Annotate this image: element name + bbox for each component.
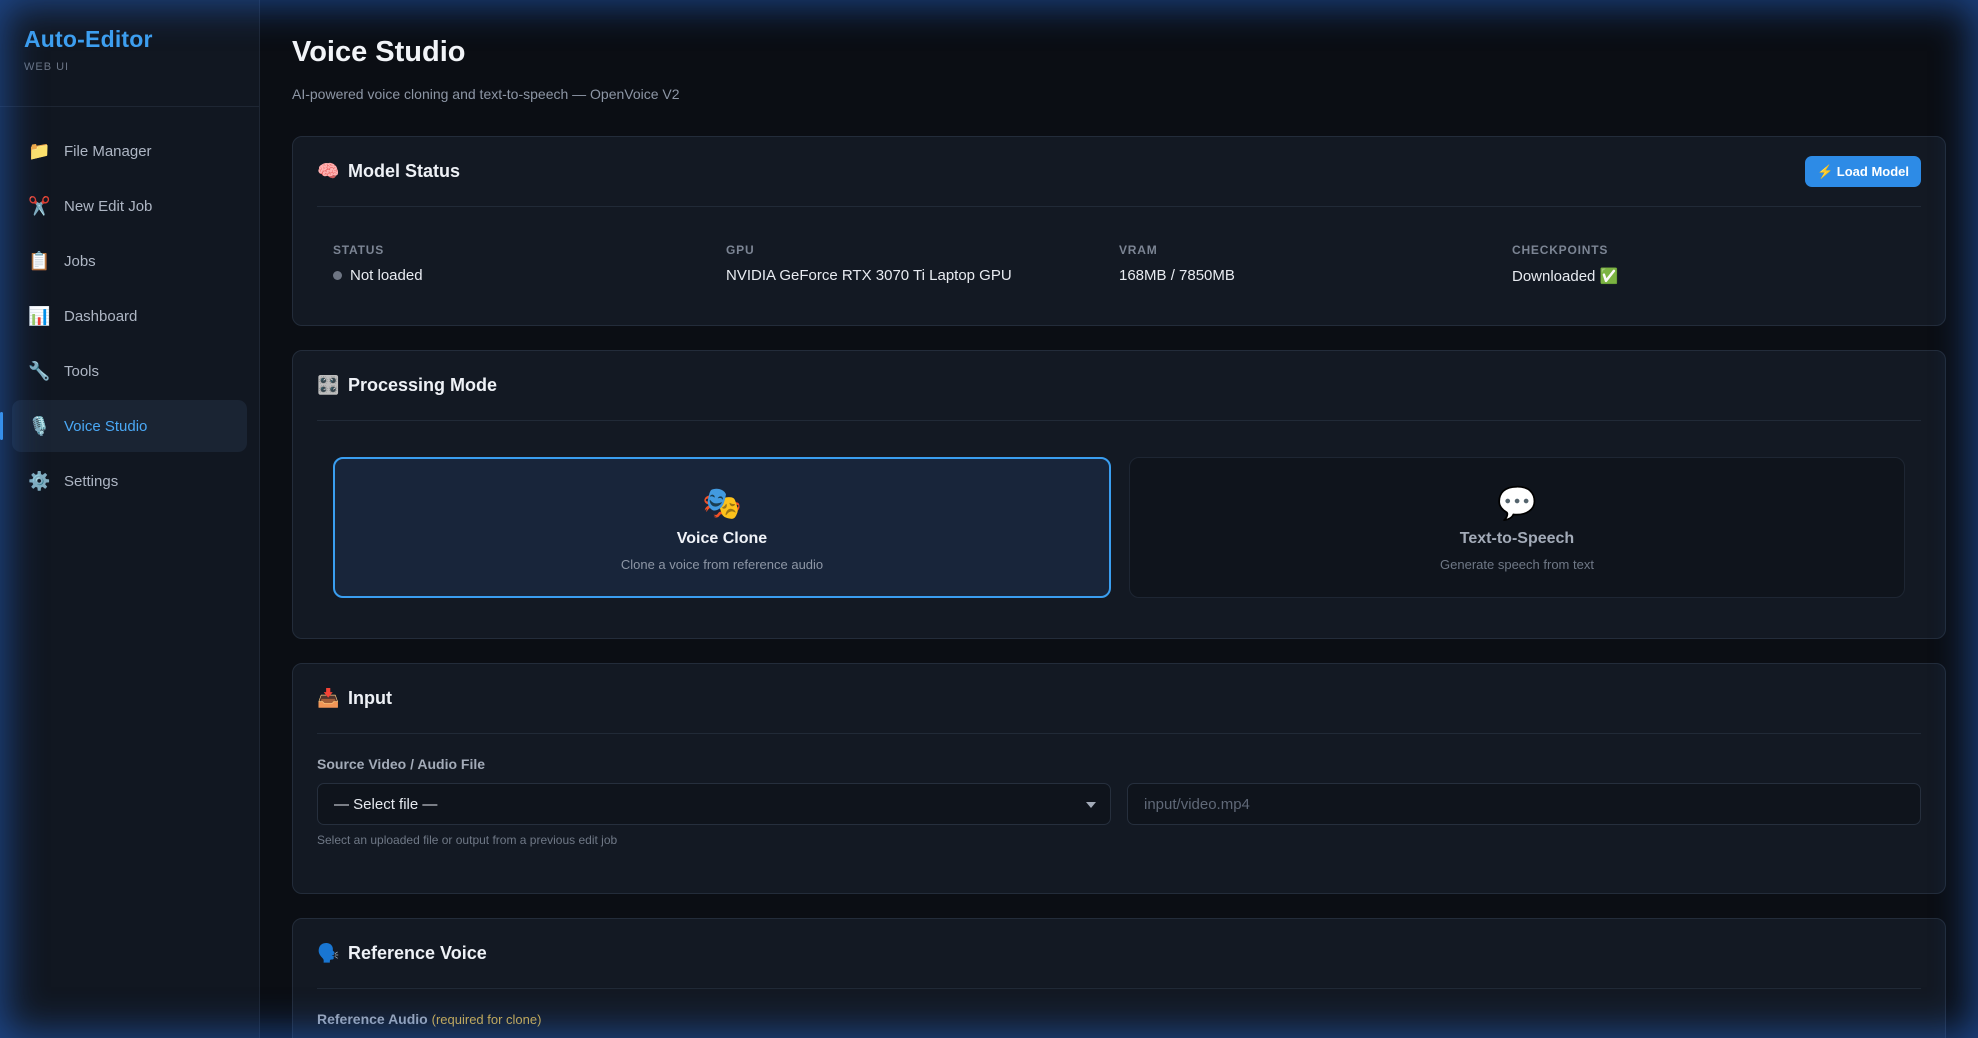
source-file-select[interactable]: — Select file — [317,783,1111,825]
stat-label: VRAM [1119,243,1158,257]
stat-value: Downloaded ✅ [1512,268,1619,285]
select-value: — Select file — [334,795,438,813]
model-status-card: 🧠 Model Status ⚡ Load Model STATUS Not l… [292,136,1946,326]
stat-vram: VRAM 168MB / 7850MB [1119,243,1512,285]
wrench-icon: 🔧 [28,360,51,381]
processing-mode-card: 🎛️ Processing Mode 🎭 Voice Clone Clone a… [292,350,1946,639]
brand-title[interactable]: Auto-Editor [24,26,235,53]
mode-title: Text-to-Speech [1459,529,1575,547]
sidebar-item-dashboard[interactable]: 📊 Dashboard [12,290,247,342]
microphone-icon: 🎙️ [28,415,51,436]
reference-audio-label: Reference Audio (required for clone) [317,989,1921,1027]
brand-subtitle: WEB UI [24,61,70,73]
status-text: Not loaded [350,267,423,284]
status-grid: STATUS Not loaded GPU NVIDIA GeForce RTX… [317,207,1921,325]
bar-chart-icon: 📊 [28,305,51,326]
input-card: 📥 Input Source Video / Audio File — Sele… [292,663,1946,894]
sidebar-nav: 📁 File Manager ✂️ New Edit Job 📋 Jobs 📊 … [0,107,259,507]
chevron-down-icon [1086,802,1096,808]
source-file-row: — Select file — [317,783,1921,825]
card-header: 🧠 Model Status ⚡ Load Model [317,137,1921,207]
brain-icon: 🧠 [317,161,340,181]
mode-voice-clone[interactable]: 🎭 Voice Clone Clone a voice from referen… [333,457,1111,598]
sidebar-item-label: File Manager [64,142,152,160]
stat-gpu: GPU NVIDIA GeForce RTX 3070 Ti Laptop GP… [726,243,1119,285]
card-title-text: Input [348,688,392,708]
status-dot-icon [333,271,342,280]
clipboard-icon: 📋 [28,250,51,271]
stat-label: GPU [726,243,755,257]
stat-checkpoints: CHECKPOINTS Downloaded ✅ [1512,243,1905,285]
sidebar-item-label: Settings [64,472,119,490]
sidebar-item-file-manager[interactable]: 📁 File Manager [12,125,247,177]
mode-description: Generate speech from text [1440,556,1594,572]
stat-label: CHECKPOINTS [1512,243,1609,257]
sidebar-item-new-edit-job[interactable]: ✂️ New Edit Job [12,180,247,232]
card-header: 📥 Input [317,664,1921,734]
mode-title: Voice Clone [676,529,768,547]
card-title: 📥 Input [317,688,392,709]
card-title-text: Reference Voice [348,943,487,963]
mode-options: 🎭 Voice Clone Clone a voice from referen… [317,421,1921,638]
sidebar-item-voice-studio[interactable]: 🎙️ Voice Studio [0,400,247,452]
mode-description: Clone a voice from reference audio [620,556,824,572]
sidebar-item-label: Tools [64,362,100,380]
sidebar-item-tools[interactable]: 🔧 Tools [12,345,247,397]
mode-text-to-speech[interactable]: 💬 Text-to-Speech Generate speech from te… [1129,457,1905,598]
sidebar-item-label: New Edit Job [64,197,153,215]
sidebar-item-label: Voice Studio [64,417,148,435]
card-header: 🗣️ Reference Voice [317,919,1921,989]
card-title: 🗣️ Reference Voice [317,943,487,964]
page-title: Voice Studio [292,36,466,68]
scissors-icon: ✂️ [28,195,51,216]
speaking-head-icon: 🗣️ [317,943,340,963]
reference-voice-card: 🗣️ Reference Voice Reference Audio (requ… [292,918,1946,1038]
folder-icon: 📁 [28,140,51,161]
stat-value: Not loaded [333,267,726,284]
sidebar: Auto-Editor WEB UI 📁 File Manager ✂️ New… [0,0,260,1038]
inbox-tray-icon: 📥 [317,688,340,708]
main-content: Voice Studio AI-powered voice cloning an… [260,0,1978,1038]
speech-bubble-icon: 💬 [1497,484,1537,521]
card-title-text: Processing Mode [348,375,498,395]
theater-masks-icon: 🎭 [702,484,742,521]
card-title: 🎛️ Processing Mode [317,375,497,396]
source-file-label: Source Video / Audio File [317,756,486,772]
stat-value: 168MB / 7850MB [1119,267,1235,284]
reference-audio-label-text: Reference Audio [317,1011,428,1027]
load-model-button[interactable]: ⚡ Load Model [1804,156,1921,187]
required-note: (required for clone) [431,1012,542,1027]
sidebar-item-label: Dashboard [64,307,138,325]
stat-label: STATUS [333,243,385,257]
control-knobs-icon: 🎛️ [317,375,340,395]
source-file-hint: Select an uploaded file or output from a… [317,833,618,847]
gear-icon: ⚙️ [28,470,51,491]
page-subtitle: AI-powered voice cloning and text-to-spe… [292,86,680,102]
card-title-text: Model Status [348,161,461,181]
brand: Auto-Editor WEB UI [0,0,259,107]
card-title: 🧠 Model Status [317,161,460,182]
sidebar-item-jobs[interactable]: 📋 Jobs [12,235,247,287]
sidebar-item-settings[interactable]: ⚙️ Settings [12,455,247,507]
card-header: 🎛️ Processing Mode [317,351,1921,421]
source-path-input[interactable] [1127,783,1921,825]
sidebar-item-label: Jobs [64,252,96,270]
stat-status: STATUS Not loaded [333,243,726,285]
stat-value: NVIDIA GeForce RTX 3070 Ti Laptop GPU [726,267,1012,284]
